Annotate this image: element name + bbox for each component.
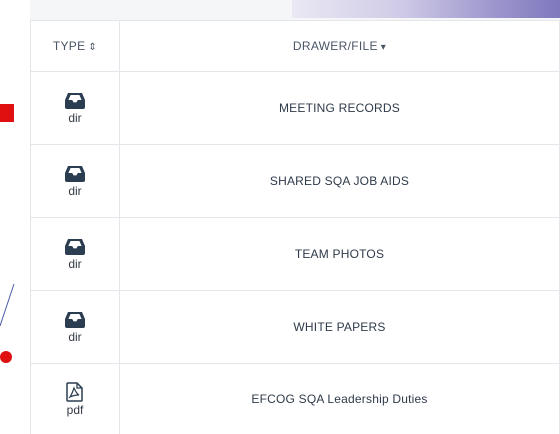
annotation-marker bbox=[0, 104, 14, 122]
file-name[interactable]: SHARED SQA JOB AIDS bbox=[270, 174, 409, 188]
drawer-icon bbox=[65, 238, 85, 256]
drawer-file-column-header[interactable]: DRAWER/FILE▾ bbox=[120, 21, 560, 72]
type-label: pdf bbox=[67, 403, 84, 417]
drawer-icon bbox=[65, 311, 85, 329]
file-name-cell[interactable]: EFCOG SQA Leadership Duties bbox=[120, 364, 560, 434]
drawer-icon bbox=[65, 92, 85, 110]
table-row[interactable]: dir TEAM PHOTOS bbox=[31, 218, 560, 291]
table-row[interactable]: dir WHITE PAPERS bbox=[31, 291, 560, 364]
type-cell[interactable]: dir bbox=[31, 218, 120, 291]
annotation-line bbox=[0, 284, 14, 326]
type-cell[interactable]: dir bbox=[31, 145, 120, 218]
file-name[interactable]: WHITE PAPERS bbox=[293, 320, 385, 334]
table-row[interactable]: dir MEETING RECORDS bbox=[31, 72, 560, 145]
header-decoration bbox=[292, 0, 560, 18]
file-name-cell[interactable]: TEAM PHOTOS bbox=[120, 218, 560, 291]
type-label: dir bbox=[68, 330, 81, 344]
table-row[interactable]: pdf EFCOG SQA Leadership Duties bbox=[31, 364, 560, 434]
type-label: dir bbox=[68, 184, 81, 198]
type-cell[interactable]: pdf bbox=[31, 364, 120, 434]
annotation-dot bbox=[0, 351, 12, 363]
type-cell[interactable]: dir bbox=[31, 291, 120, 364]
drawer-icon bbox=[65, 165, 85, 183]
file-header-label: DRAWER/FILE bbox=[293, 39, 378, 53]
type-label: dir bbox=[68, 111, 81, 125]
type-cell[interactable]: dir bbox=[31, 72, 120, 145]
pdf-icon bbox=[66, 382, 84, 402]
type-header-label: TYPE bbox=[53, 39, 86, 53]
file-name[interactable]: MEETING RECORDS bbox=[279, 101, 400, 115]
file-table: TYPE⇕ DRAWER/FILE▾ dir MEETING RECORDS bbox=[30, 20, 560, 434]
sort-desc-icon: ▾ bbox=[381, 42, 386, 53]
annotation-overlay bbox=[0, 0, 30, 428]
file-name[interactable]: EFCOG SQA Leadership Duties bbox=[251, 392, 427, 406]
table-row[interactable]: dir SHARED SQA JOB AIDS bbox=[31, 145, 560, 218]
file-name-cell[interactable]: MEETING RECORDS bbox=[120, 72, 560, 145]
type-label: dir bbox=[68, 257, 81, 271]
file-name-cell[interactable]: SHARED SQA JOB AIDS bbox=[120, 145, 560, 218]
file-name-cell[interactable]: WHITE PAPERS bbox=[120, 291, 560, 364]
sort-icon: ⇕ bbox=[88, 42, 97, 53]
type-column-header[interactable]: TYPE⇕ bbox=[31, 21, 120, 72]
file-name[interactable]: TEAM PHOTOS bbox=[295, 247, 384, 261]
table-header-row: TYPE⇕ DRAWER/FILE▾ bbox=[31, 21, 560, 72]
